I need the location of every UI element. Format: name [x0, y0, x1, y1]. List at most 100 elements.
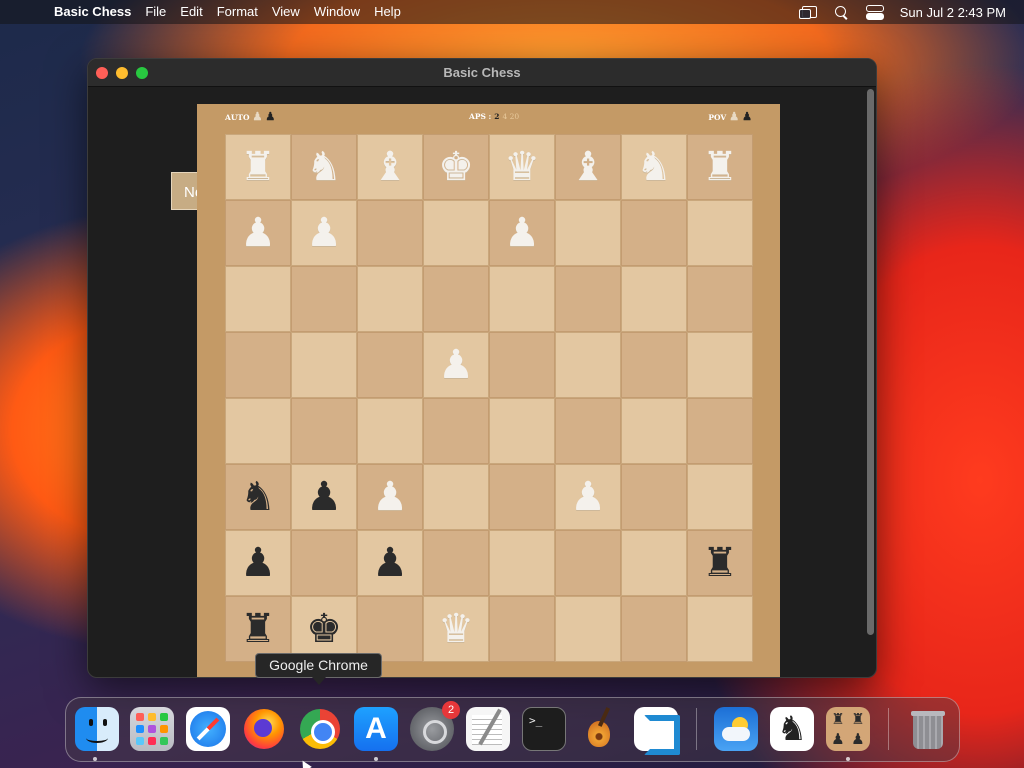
board-square[interactable]: [687, 332, 753, 398]
black-king-piece[interactable]: ♚: [306, 609, 342, 649]
board-square[interactable]: ♝: [555, 134, 621, 200]
trash-icon[interactable]: [906, 707, 950, 751]
board-square[interactable]: [621, 398, 687, 464]
terminal-icon[interactable]: >_: [522, 707, 566, 751]
launchpad-icon[interactable]: [130, 707, 174, 751]
white-rook-piece[interactable]: ♜: [702, 147, 738, 187]
board-square[interactable]: [357, 398, 423, 464]
board-square[interactable]: [225, 266, 291, 332]
board-square[interactable]: [225, 398, 291, 464]
textedit-icon[interactable]: [466, 707, 510, 751]
board-square[interactable]: ♚: [423, 134, 489, 200]
app-store-icon[interactable]: A: [354, 707, 398, 751]
board-square[interactable]: [687, 464, 753, 530]
board-square[interactable]: ♟: [423, 332, 489, 398]
board-square[interactable]: [291, 530, 357, 596]
black-pawn-icon[interactable]: ♟: [265, 111, 275, 122]
board-square[interactable]: [489, 464, 555, 530]
weather-icon[interactable]: [714, 707, 758, 751]
board-square[interactable]: [687, 398, 753, 464]
menu-app-name[interactable]: Basic Chess: [54, 0, 131, 24]
white-bishop-piece[interactable]: ♝: [570, 147, 606, 187]
menu-bar-clock[interactable]: Sun Jul 2 2:43 PM: [900, 5, 1006, 20]
board-square[interactable]: [687, 596, 753, 662]
board-square[interactable]: ♝: [357, 134, 423, 200]
system-settings-icon[interactable]: 2: [410, 701, 460, 751]
board-square[interactable]: [555, 398, 621, 464]
board-square[interactable]: [621, 266, 687, 332]
white-pawn-piece[interactable]: ♟: [570, 477, 606, 517]
board-square[interactable]: [555, 200, 621, 266]
white-queen-piece[interactable]: ♛: [504, 147, 540, 187]
board-square[interactable]: ♟: [357, 464, 423, 530]
chess-app-icon[interactable]: ♞: [770, 707, 814, 751]
black-pawn-piece[interactable]: ♟: [240, 543, 276, 583]
white-pawn-piece[interactable]: ♟: [372, 477, 408, 517]
board-square[interactable]: [555, 530, 621, 596]
auto-toggle[interactable]: AUTO ♟ ♟: [225, 111, 275, 122]
board-square[interactable]: ♜: [225, 134, 291, 200]
board-square[interactable]: [489, 398, 555, 464]
board-square[interactable]: [555, 266, 621, 332]
board-square[interactable]: [423, 266, 489, 332]
menu-format[interactable]: Format: [217, 0, 258, 24]
basic-chess-icon[interactable]: ♜ ♜ ♟ ♟: [826, 707, 870, 751]
black-rook-piece[interactable]: ♜: [240, 609, 276, 649]
board-square[interactable]: [357, 332, 423, 398]
board-square[interactable]: [291, 266, 357, 332]
board-square[interactable]: [621, 530, 687, 596]
board-square[interactable]: ♛: [489, 134, 555, 200]
white-pawn-piece[interactable]: ♟: [240, 213, 276, 253]
finder-icon[interactable]: [75, 707, 119, 751]
board-square[interactable]: ♟: [357, 530, 423, 596]
pov-toggle[interactable]: POV ♟ ♟: [708, 111, 752, 122]
board-square[interactable]: [621, 332, 687, 398]
menu-edit[interactable]: Edit: [180, 0, 202, 24]
board-square[interactable]: ♟: [291, 464, 357, 530]
board-square[interactable]: ♛: [423, 596, 489, 662]
white-rook-piece[interactable]: ♜: [240, 147, 276, 187]
board-square[interactable]: [291, 332, 357, 398]
chess-board[interactable]: ♜ ♞ ♝ ♚ ♛ ♝ ♞ ♜ ♟ ♟ ♟ ♟ ♞ ♟ ♟ ♟ ♟ ♟ ♜ ♜ ♚ ♛: [225, 134, 753, 662]
white-pawn-piece[interactable]: ♟: [306, 213, 342, 253]
white-queen-piece[interactable]: ♛: [438, 609, 474, 649]
white-knight-piece[interactable]: ♞: [306, 147, 342, 187]
chrome-icon[interactable]: [298, 707, 342, 751]
white-bishop-piece[interactable]: ♝: [372, 147, 408, 187]
aps-value[interactable]: 2: [494, 112, 499, 121]
board-square[interactable]: [423, 464, 489, 530]
board-square[interactable]: [423, 398, 489, 464]
board-square[interactable]: [357, 266, 423, 332]
board-square[interactable]: ♞: [621, 134, 687, 200]
menu-view[interactable]: View: [272, 0, 300, 24]
board-square[interactable]: [423, 200, 489, 266]
menu-file[interactable]: File: [145, 0, 166, 24]
board-square[interactable]: ♟: [225, 200, 291, 266]
safari-icon[interactable]: [186, 707, 230, 751]
aps-options[interactable]: 4 20: [502, 112, 519, 121]
search-icon[interactable]: [834, 5, 848, 19]
board-square[interactable]: ♞: [291, 134, 357, 200]
board-square[interactable]: [621, 596, 687, 662]
board-square[interactable]: [489, 266, 555, 332]
board-square[interactable]: ♟: [555, 464, 621, 530]
board-square[interactable]: [621, 200, 687, 266]
control-center-icon[interactable]: [865, 5, 884, 20]
white-king-piece[interactable]: ♚: [438, 147, 474, 187]
board-square[interactable]: ♜: [687, 530, 753, 596]
board-square[interactable]: [555, 332, 621, 398]
black-pawn-piece[interactable]: ♟: [372, 543, 408, 583]
window-scrollbar[interactable]: [867, 89, 874, 635]
vscode-icon[interactable]: [634, 707, 680, 755]
close-window-button[interactable]: [96, 67, 108, 79]
board-square[interactable]: [489, 596, 555, 662]
board-square[interactable]: [489, 530, 555, 596]
board-square[interactable]: ♜: [687, 134, 753, 200]
board-square[interactable]: [687, 200, 753, 266]
board-square[interactable]: [555, 596, 621, 662]
board-square[interactable]: [687, 266, 753, 332]
white-knight-piece[interactable]: ♞: [636, 147, 672, 187]
fullscreen-window-button[interactable]: [136, 67, 148, 79]
aps-selector[interactable]: APS : 2 4 20: [469, 112, 519, 121]
board-square[interactable]: [291, 398, 357, 464]
